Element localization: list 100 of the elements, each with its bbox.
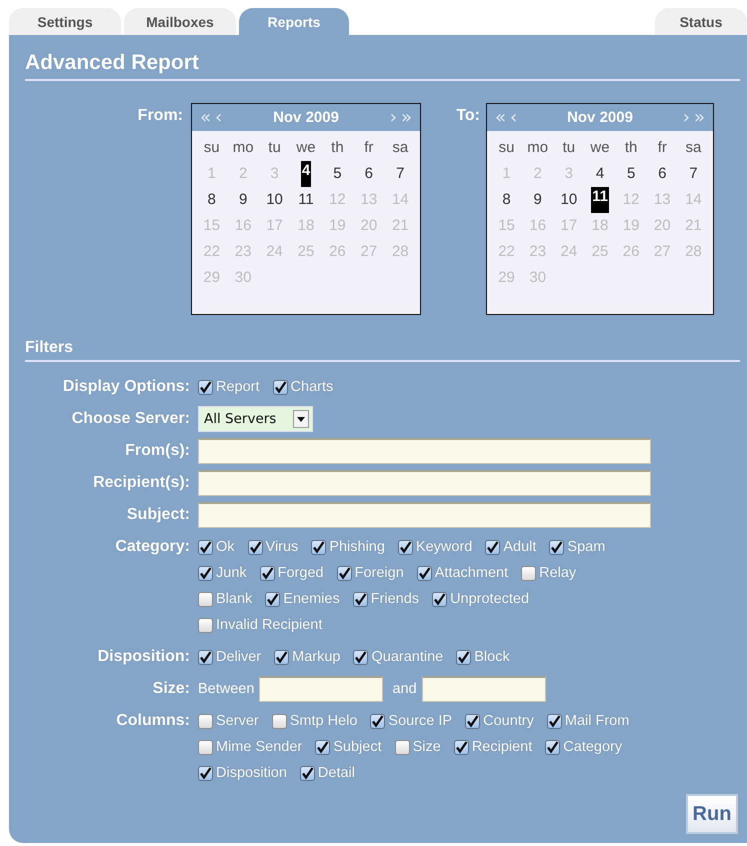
calendar-day[interactable]: 2 xyxy=(534,161,542,187)
checkbox[interactable] xyxy=(549,540,564,554)
checkbox[interactable] xyxy=(260,566,275,580)
calendar-day[interactable]: 17 xyxy=(266,213,283,239)
calendar-day[interactable]: 13 xyxy=(654,187,671,213)
previous-year-button[interactable]: « xyxy=(198,107,214,128)
next-month-button[interactable]: › xyxy=(680,107,692,128)
calendar-day[interactable]: 8 xyxy=(208,187,216,213)
checkbox[interactable] xyxy=(432,592,448,606)
checkbox[interactable] xyxy=(485,540,500,554)
checkbox[interactable] xyxy=(272,714,287,728)
calendar-day[interactable]: 22 xyxy=(498,239,515,265)
checkbox[interactable] xyxy=(521,566,536,580)
calendar-day[interactable]: 29 xyxy=(203,265,220,291)
calendar-day[interactable]: 13 xyxy=(360,187,378,213)
calendar-day[interactable]: 24 xyxy=(266,239,283,265)
checkbox[interactable] xyxy=(370,714,386,728)
checkbox[interactable] xyxy=(265,592,280,606)
checkbox[interactable] xyxy=(545,740,560,754)
checkbox[interactable] xyxy=(456,650,472,664)
calendar-day[interactable]: 21 xyxy=(685,213,702,239)
calendar-day[interactable]: 17 xyxy=(560,213,578,239)
next-year-button[interactable]: » xyxy=(398,107,414,128)
calendar-day[interactable]: 27 xyxy=(360,239,378,265)
calendar-day[interactable]: 2 xyxy=(238,161,248,187)
calendar-day[interactable]: 8 xyxy=(502,187,511,213)
calendar-day[interactable]: 1 xyxy=(502,161,511,187)
calendar-day[interactable]: 11 xyxy=(298,187,314,213)
calendar-day[interactable]: 6 xyxy=(658,161,666,187)
checkbox[interactable] xyxy=(198,766,213,780)
calendar-day[interactable]: 6 xyxy=(364,161,374,187)
previous-month-button[interactable]: ‹ xyxy=(213,107,224,128)
calendar-day[interactable]: 4 xyxy=(300,161,312,187)
previous-year-button[interactable]: « xyxy=(493,107,508,128)
calendar-day[interactable]: 9 xyxy=(534,187,542,213)
calendar-day[interactable]: 16 xyxy=(234,213,252,239)
calendar-day[interactable]: 3 xyxy=(564,161,574,187)
checkbox[interactable] xyxy=(315,740,330,754)
size-field[interactable] xyxy=(422,676,546,702)
checkbox[interactable] xyxy=(416,566,432,580)
calendar-day[interactable]: 18 xyxy=(592,213,608,239)
calendar-day[interactable]: 30 xyxy=(234,265,252,291)
calendar-day[interactable]: 19 xyxy=(622,213,640,239)
calendar-day[interactable]: 21 xyxy=(392,213,409,239)
calendar-day[interactable]: 10 xyxy=(560,187,578,213)
run-button[interactable]: Run xyxy=(686,794,738,834)
calendar-day[interactable]: 23 xyxy=(529,239,546,265)
tab[interactable]: Mailboxes xyxy=(124,8,236,35)
checkbox[interactable] xyxy=(454,740,469,754)
calendar-day[interactable]: 25 xyxy=(592,239,608,265)
calendar-day[interactable]: 28 xyxy=(685,239,702,265)
calendar-day[interactable]: 20 xyxy=(654,213,671,239)
checkbox[interactable] xyxy=(198,566,213,580)
checkbox[interactable] xyxy=(353,650,368,664)
checkbox[interactable] xyxy=(546,714,562,728)
calendar-day[interactable]: 25 xyxy=(298,239,314,265)
calendar-day[interactable]: 27 xyxy=(654,239,671,265)
calendar-day[interactable]: 7 xyxy=(396,161,404,187)
calendar-day[interactable]: 23 xyxy=(234,239,252,265)
checkbox[interactable] xyxy=(336,566,352,580)
calendar-day[interactable]: 29 xyxy=(498,265,515,291)
checkbox[interactable] xyxy=(198,740,213,754)
calendar-day[interactable]: 26 xyxy=(622,239,640,265)
checkbox[interactable] xyxy=(198,540,213,554)
calendar-day[interactable]: 11 xyxy=(591,187,609,213)
text-field[interactable] xyxy=(198,502,651,528)
checkbox[interactable] xyxy=(398,540,413,554)
checkbox[interactable] xyxy=(198,618,213,632)
calendar-day[interactable]: 14 xyxy=(392,187,409,213)
calendar-day[interactable]: 16 xyxy=(529,213,546,239)
checkbox[interactable] xyxy=(272,380,288,394)
calendar-day[interactable]: 14 xyxy=(685,187,702,213)
calendar-day[interactable]: 15 xyxy=(203,213,220,239)
checkbox[interactable] xyxy=(198,650,213,664)
checkbox[interactable] xyxy=(311,540,326,554)
text-field[interactable] xyxy=(198,438,651,464)
checkbox[interactable] xyxy=(465,714,480,728)
checkbox[interactable] xyxy=(198,592,213,606)
calendar-day[interactable]: 5 xyxy=(333,161,342,187)
calendar-day[interactable]: 5 xyxy=(626,161,636,187)
calendar-day[interactable]: 4 xyxy=(596,161,604,187)
calendar-day[interactable]: 24 xyxy=(560,239,578,265)
checkbox[interactable] xyxy=(352,592,368,606)
calendar-day[interactable]: 12 xyxy=(329,187,346,213)
calendar-day[interactable]: 15 xyxy=(498,213,515,239)
calendar-day[interactable]: 30 xyxy=(529,265,546,291)
calendar-day[interactable]: 22 xyxy=(203,239,220,265)
calendar-day[interactable]: 1 xyxy=(208,161,216,187)
calendar-day[interactable]: 26 xyxy=(329,239,346,265)
calendar-day[interactable]: 7 xyxy=(689,161,698,187)
checkbox[interactable] xyxy=(394,740,410,754)
tab[interactable]: Reports xyxy=(239,8,349,35)
next-month-button[interactable]: › xyxy=(388,107,399,128)
calendar-day[interactable]: 10 xyxy=(266,187,283,213)
calendar-day[interactable]: 20 xyxy=(360,213,378,239)
calendar-day[interactable]: 18 xyxy=(298,213,314,239)
checkbox[interactable] xyxy=(248,540,263,554)
next-year-button[interactable]: » xyxy=(692,107,707,128)
calendar-day[interactable]: 12 xyxy=(622,187,640,213)
server-dropdown[interactable]: All Servers xyxy=(198,406,313,432)
